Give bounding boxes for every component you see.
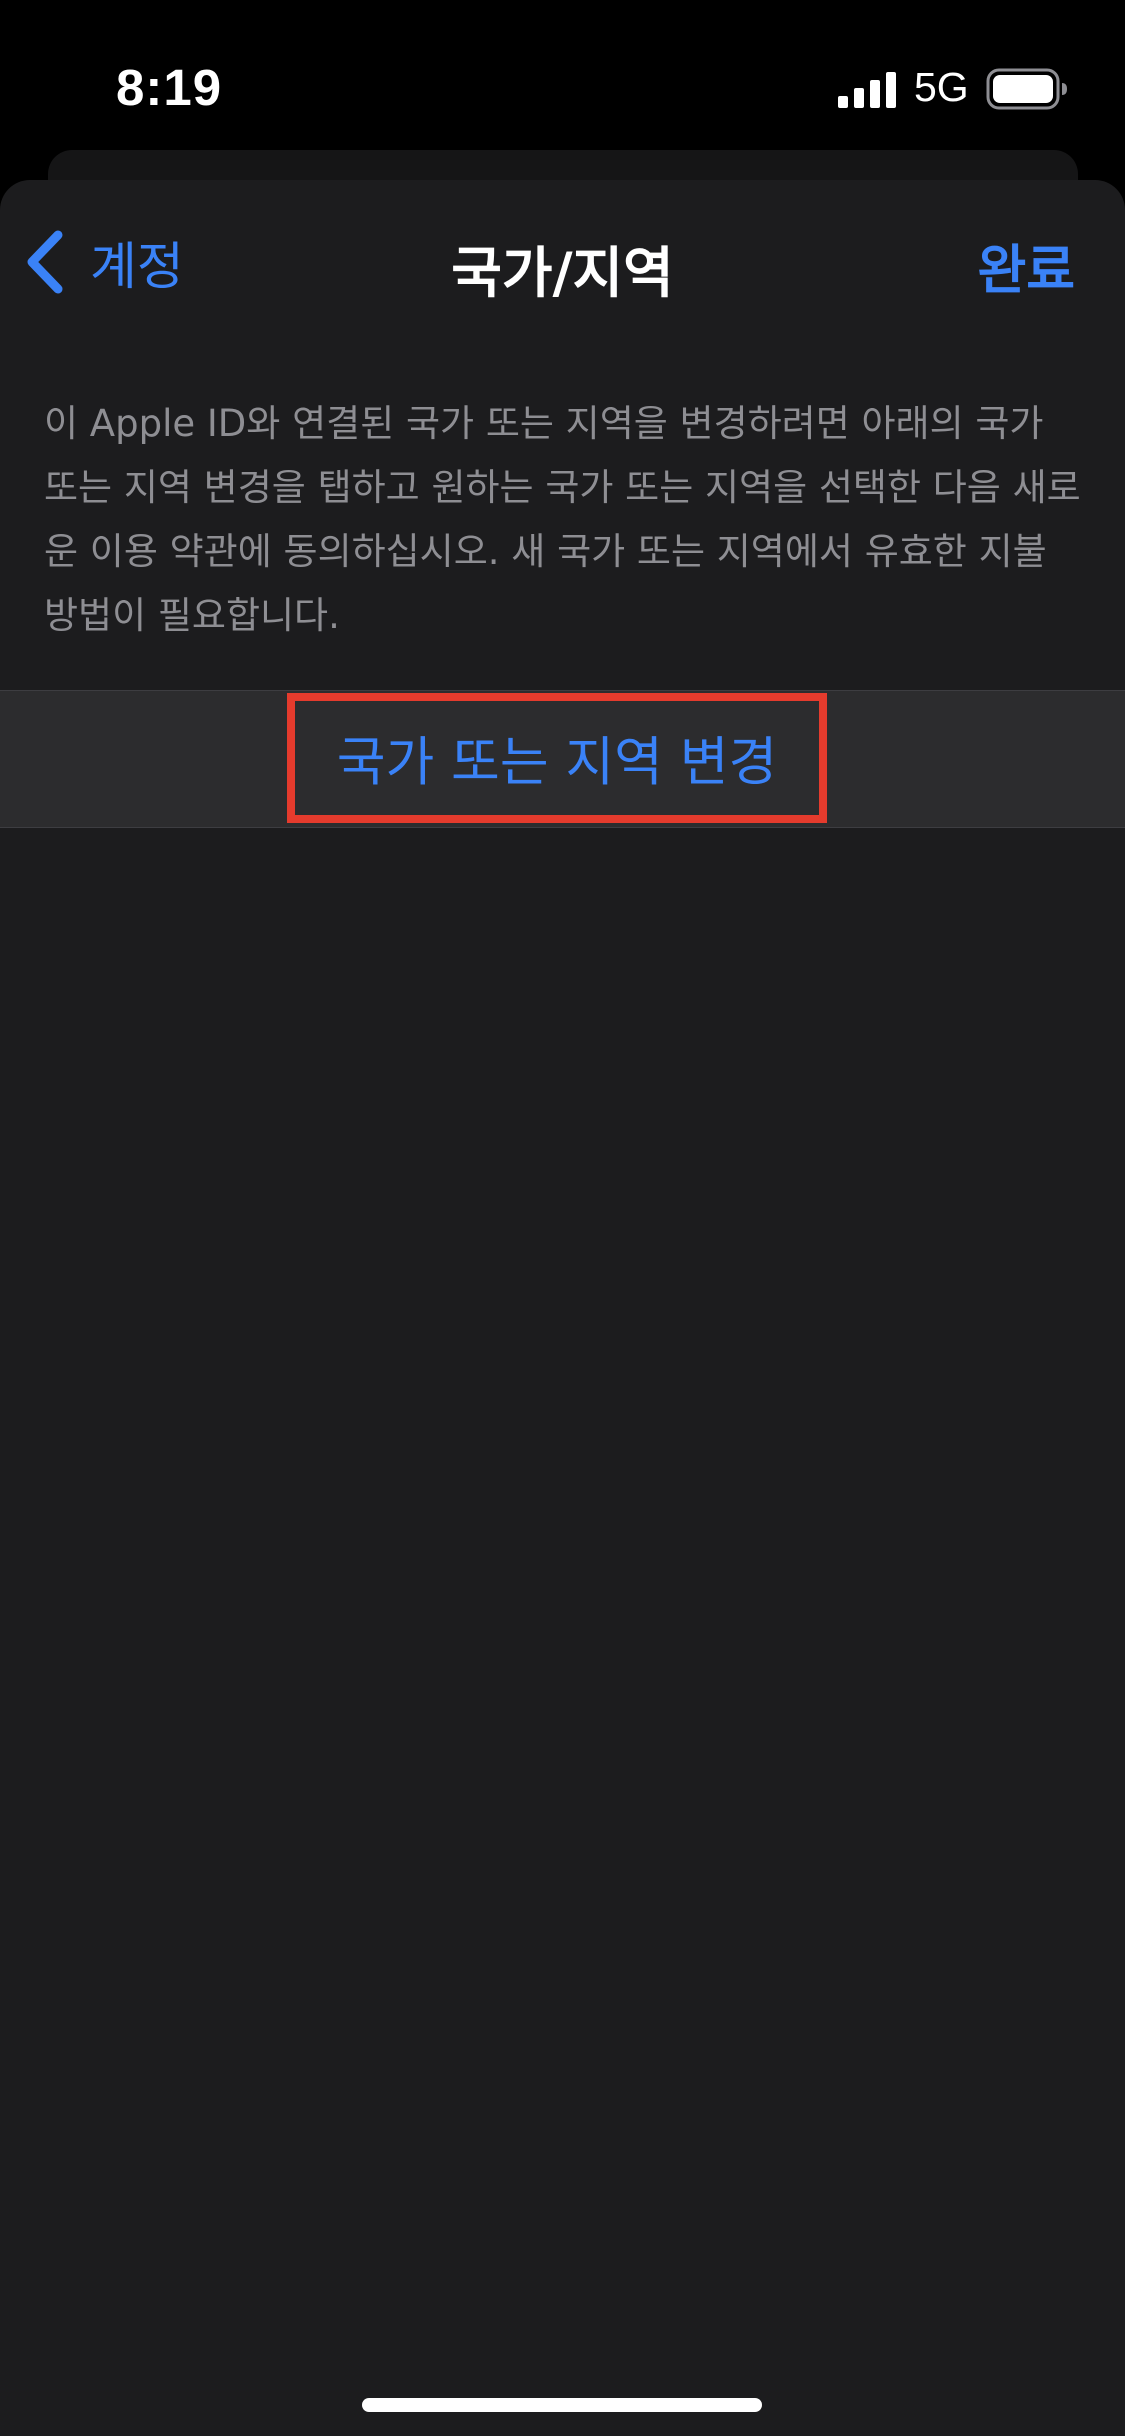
home-indicator[interactable] xyxy=(362,2398,762,2412)
network-type-label: 5G xyxy=(914,64,969,110)
done-button[interactable]: 완료 xyxy=(977,228,1075,304)
page-title: 국가/지역 xyxy=(451,241,674,305)
navigation-bar: 계정 국가/지역 완료 xyxy=(0,180,1125,340)
change-country-region-row[interactable]: 국가 또는 지역 변경 xyxy=(0,690,1125,828)
battery-icon xyxy=(986,68,1067,110)
cellular-signal-icon xyxy=(838,72,896,108)
description-text: 이 Apple ID와 연결된 국가 또는 지역을 변경하려면 아래의 국가 또… xyxy=(44,402,1081,637)
highlight-annotation: 국가 또는 지역 변경 xyxy=(287,693,827,823)
status-time: 8:19 xyxy=(116,59,223,116)
change-country-region-button[interactable]: 국가 또는 지역 변경 xyxy=(337,720,778,796)
country-region-sheet: 계정 국가/지역 완료 이 Apple ID와 연결된 국가 또는 지역을 변경… xyxy=(0,180,1125,2436)
status-bar: 8:19 5G xyxy=(0,0,1125,150)
